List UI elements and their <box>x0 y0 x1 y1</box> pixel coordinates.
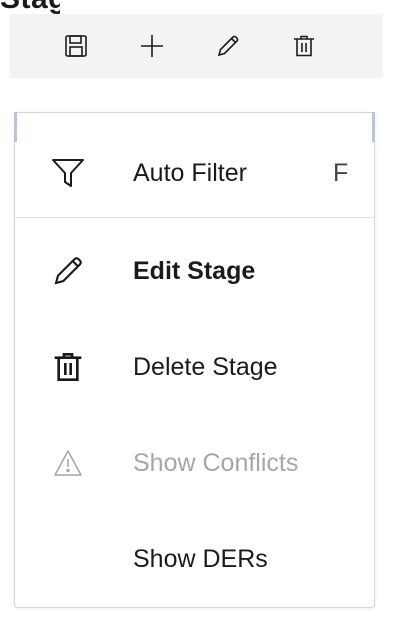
toolbar <box>10 14 383 78</box>
plus-icon <box>141 35 163 57</box>
pencil-icon <box>217 35 239 57</box>
menu-item-label: Show DERs <box>133 544 268 573</box>
delete-button[interactable] <box>284 26 324 66</box>
menu-item-label: Delete Stage <box>133 352 278 381</box>
menu-item-edit-stage[interactable]: Edit Stage <box>15 223 374 319</box>
save-icon <box>65 35 87 57</box>
menu-item-show-ders[interactable]: Show DERs <box>15 511 374 607</box>
menu-divider <box>15 217 374 218</box>
trash-icon <box>51 350 85 384</box>
context-menu: Auto Filter F Edit Stage Delete Stage Sh… <box>14 112 375 608</box>
menu-item-shortcut: F <box>333 158 349 187</box>
menu-item-auto-filter[interactable]: Auto Filter F <box>15 125 374 221</box>
save-button[interactable] <box>56 26 96 66</box>
menu-item-label: Auto Filter <box>133 158 247 187</box>
filter-icon <box>51 156 85 190</box>
add-button[interactable] <box>132 26 172 66</box>
pencil-icon <box>51 254 85 288</box>
menu-item-delete-stage[interactable]: Delete Stage <box>15 319 374 415</box>
warning-icon <box>51 446 85 480</box>
trash-icon <box>294 35 314 57</box>
menu-item-show-conflicts[interactable]: Show Conflicts <box>15 415 374 511</box>
menu-item-label: Show Conflicts <box>133 448 299 477</box>
edit-button[interactable] <box>208 26 248 66</box>
menu-item-label: Edit Stage <box>133 256 256 285</box>
